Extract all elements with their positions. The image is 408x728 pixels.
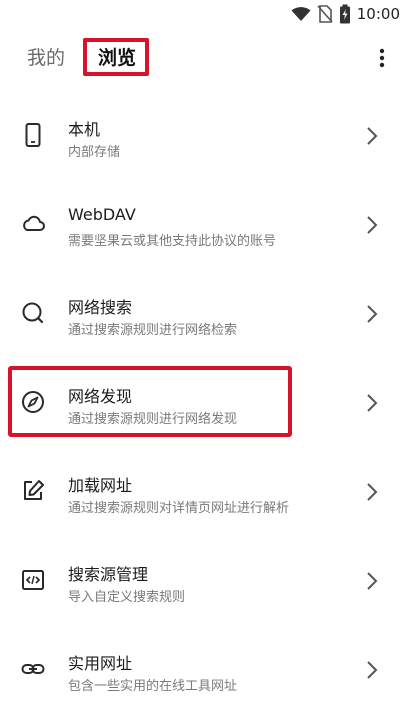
item-subtitle: 通过搜索源规则进行网络检索 — [68, 323, 238, 338]
status-icons: 10:00 — [291, 4, 400, 24]
item-title: 网络发现 — [68, 387, 133, 406]
link-icon — [21, 664, 45, 674]
tab-mine[interactable]: 我的 — [16, 36, 76, 80]
code-icon — [22, 570, 44, 590]
chevron-right-icon — [367, 127, 378, 145]
chevron-right-icon — [367, 394, 378, 412]
status-bar: 10:00 — [0, 0, 408, 28]
phone-icon — [25, 123, 41, 147]
cloud-icon — [23, 215, 45, 231]
list-item-webdav[interactable]: WebDAV 需要坚果云或其他支持此协议的账号 — [0, 197, 408, 257]
list-item-network-discovery[interactable]: 网络发现 通过搜索源规则进行网络发现 — [0, 375, 408, 435]
tab-browse[interactable]: 浏览 — [82, 36, 152, 80]
compass-icon — [22, 391, 44, 413]
edit-icon — [24, 480, 44, 500]
chevron-right-icon — [367, 483, 378, 501]
status-time: 10:00 — [356, 5, 400, 23]
item-title: 本机 — [68, 120, 101, 139]
list-item-source-management[interactable]: 搜索源管理 导入自定义搜索规则 — [0, 553, 408, 613]
list-item-useful-urls[interactable]: 实用网址 包含一些实用的在线工具网址 — [0, 642, 408, 702]
item-title: 网络搜索 — [68, 298, 133, 317]
battery-charging-icon — [339, 4, 350, 24]
item-subtitle: 通过搜索源规则进行网络发现 — [68, 412, 238, 427]
list-item-network-search[interactable]: 网络搜索 通过搜索源规则进行网络检索 — [0, 286, 408, 346]
list-item-load-url[interactable]: 加载网址 通过搜索源规则对详情页网址进行解析 — [0, 464, 408, 524]
more-vert-icon[interactable] — [370, 46, 394, 70]
chevron-right-icon — [367, 572, 378, 590]
list-item-local[interactable]: 本机 内部存储 — [0, 108, 408, 168]
item-subtitle: 内部存储 — [68, 145, 121, 160]
item-title: 加载网址 — [68, 476, 133, 495]
chevron-right-icon — [367, 661, 378, 679]
no-sim-icon — [317, 5, 333, 23]
item-subtitle: 包含一些实用的在线工具网址 — [68, 679, 238, 694]
item-title: 实用网址 — [68, 654, 133, 673]
item-subtitle: 需要坚果云或其他支持此协议的账号 — [68, 234, 277, 249]
wifi-icon — [291, 7, 311, 21]
top-tab-bar: 我的 浏览 — [0, 36, 408, 84]
search-icon — [22, 302, 44, 324]
chevron-right-icon — [367, 305, 378, 323]
item-title: 搜索源管理 — [68, 565, 149, 584]
chevron-right-icon — [367, 216, 378, 234]
item-subtitle: 导入自定义搜索规则 — [68, 590, 186, 605]
item-subtitle: 通过搜索源规则对详情页网址进行解析 — [68, 501, 290, 516]
item-title: WebDAV — [68, 205, 136, 224]
